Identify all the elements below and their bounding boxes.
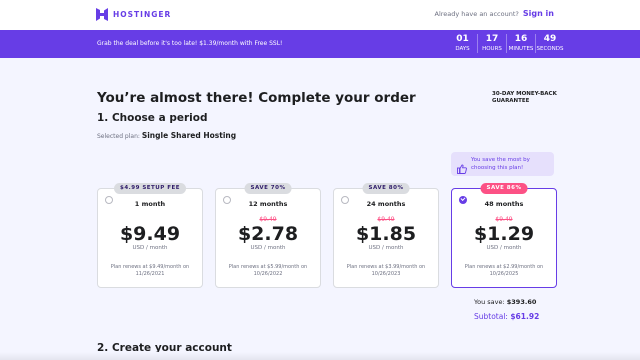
plan-period: 24 months: [366, 200, 406, 208]
account-text: Already have an account?: [434, 10, 519, 18]
promo-banner: Grab the deal before it's too late! $1.3…: [0, 30, 640, 58]
plan-badge: $4.99 SETUP FEE: [114, 183, 186, 194]
plan-price: $1.29: [473, 223, 535, 245]
subtotal-summary: Subtotal: $61.92: [474, 312, 539, 321]
brand-name: HOSTINGER: [113, 10, 172, 19]
plan-price: $9.49: [119, 223, 181, 245]
countdown-seconds: 49 SECONDS: [535, 34, 564, 53]
next-section-edge: [0, 352, 640, 360]
account-prompt: Already have an account? Sign in: [435, 9, 555, 18]
savings-value: $393.60: [506, 298, 537, 306]
subtotal-value: $61.92: [510, 312, 540, 321]
plan-renewal-note: Plan renews at $3.99/month on 10/26/2023: [346, 264, 426, 277]
countdown-label: DAYS: [455, 46, 470, 52]
plan-renewal-note: Plan renews at $5.99/month on 10/26/2022: [228, 264, 308, 277]
sign-in-link[interactable]: Sign in: [523, 9, 554, 18]
countdown-hours: 17 HOURS: [477, 34, 506, 53]
plan-renewal-note: Plan renews at $9.49/month on 11/26/2021: [110, 264, 190, 277]
savings-label: You save:: [474, 298, 505, 306]
subtotal-label: Subtotal:: [474, 312, 508, 321]
plan-price: $1.85: [355, 223, 417, 245]
plan-card-1-month[interactable]: $4.99 SETUP FEE 1 month $9.49 USD / mont…: [97, 183, 203, 288]
money-back-guarantee: 30-DAY MONEY-BACK GUARANTEE: [492, 91, 557, 104]
top-navbar: HOSTINGER Already have an account? Sign …: [0, 0, 640, 30]
best-savings-tip: You save the most by choosing this plan!: [451, 152, 554, 176]
plan-card-12-months[interactable]: SAVE 70% 12 months $9.49 $2.78 USD / mon…: [215, 183, 321, 288]
countdown-label: MINUTES: [508, 46, 534, 52]
plan-old-price: $9.49: [259, 216, 277, 223]
plan-card-24-months[interactable]: SAVE 80% 24 months $9.49 $1.85 USD / mon…: [333, 183, 439, 288]
plan-badge: SAVE 80%: [362, 183, 410, 194]
thumbs-up-icon: [457, 159, 467, 174]
choose-period-heading: 1. Choose a period: [97, 112, 208, 124]
plan-price-unit: USD / month: [486, 245, 522, 251]
countdown-value: 49: [543, 34, 557, 44]
plan-period: 1 month: [134, 200, 166, 208]
countdown-value: 01: [456, 34, 469, 44]
countdown-value: 16: [514, 34, 528, 44]
plan-period: 12 months: [248, 200, 288, 208]
tip-text: You save the most by choosing this plan!: [471, 157, 530, 171]
plan-price-unit: USD / month: [368, 245, 404, 251]
countdown-label: HOURS: [482, 46, 502, 52]
countdown-minutes: 16 MINUTES: [506, 34, 535, 53]
countdown-days: 01 DAYS: [448, 34, 477, 53]
plan-renewal-note: Plan renews at $2.99/month on 10/26/2025: [464, 264, 544, 277]
plan-price: $2.78: [237, 223, 299, 245]
hostinger-logo[interactable]: HOSTINGER: [96, 8, 171, 21]
promo-text: Grab the deal before it's too late! $1.3…: [97, 40, 283, 47]
plan-badge: SAVE 86%: [480, 183, 528, 194]
plan-price-unit: USD / month: [132, 245, 168, 251]
countdown-timer: 01 DAYS 17 HOURS 16 MINUTES 49 SECONDS: [448, 34, 564, 53]
plan-price-unit: USD / month: [250, 245, 286, 251]
page-title: You’re almost there! Complete your order: [97, 90, 416, 106]
plan-badge: SAVE 70%: [244, 183, 292, 194]
savings-summary: You save: $393.60: [474, 298, 536, 306]
countdown-value: 17: [485, 34, 499, 44]
plan-card-48-months[interactable]: SAVE 86% 48 months $9.49 $1.29 USD / mon…: [451, 183, 557, 288]
plan-old-price: $9.49: [495, 216, 513, 223]
selected-plan-label: Selected plan:: [97, 133, 140, 140]
countdown-label: SECONDS: [536, 46, 564, 52]
plan-period: 48 months: [484, 200, 524, 208]
selected-plan: Selected plan: Single Shared Hosting: [97, 131, 236, 140]
selected-plan-value: Single Shared Hosting: [141, 131, 237, 140]
hostinger-logo-icon: [96, 8, 108, 21]
plan-old-price: $9.49: [377, 216, 395, 223]
